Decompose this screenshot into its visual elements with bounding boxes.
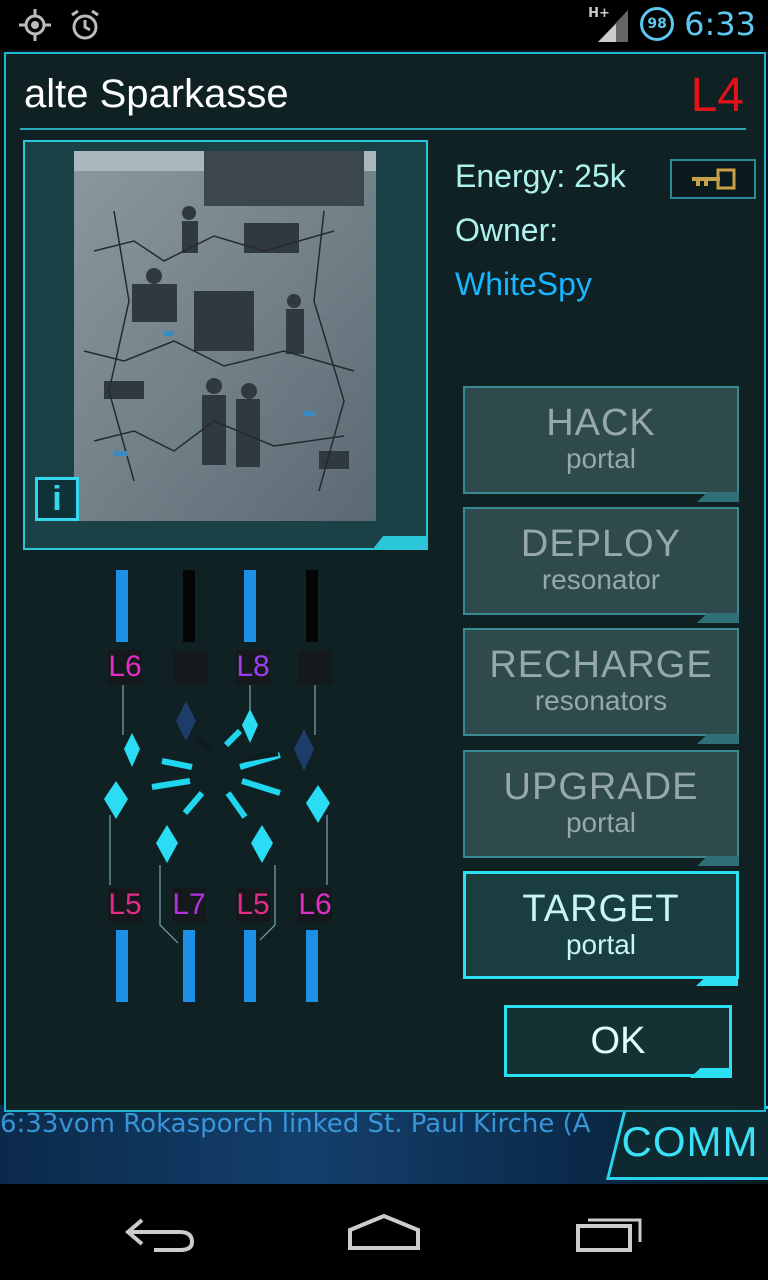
- nav-bar: [0, 1184, 768, 1280]
- deploy-button-label: DEPLOY: [520, 523, 682, 565]
- recharge-button[interactable]: RECHARGE resonators: [463, 628, 739, 744]
- recharge-button-sublabel: resonators: [534, 685, 668, 716]
- portal-title: alte Sparkasse: [24, 72, 289, 116]
- battery-icon: 98: [640, 7, 675, 41]
- resonator-bar-e: [244, 570, 256, 642]
- battery-level: 98: [647, 16, 667, 32]
- key-icon: [692, 168, 736, 190]
- button-corner-tab: [697, 856, 739, 866]
- owner-label: Owner:: [455, 212, 559, 248]
- recharge-button-label: RECHARGE: [489, 644, 713, 686]
- upgrade-button-label: UPGRADE: [503, 766, 699, 808]
- button-corner-tab: [697, 734, 739, 744]
- resonator-diagram: [104, 685, 330, 944]
- portal-photo[interactable]: [74, 151, 376, 521]
- resonator-slot-empty: [174, 650, 208, 684]
- deploy-button-sublabel: resonator: [541, 564, 661, 595]
- button-corner-tab: [697, 613, 739, 623]
- back-icon[interactable]: [124, 1214, 196, 1254]
- owner-name[interactable]: WhiteSpy: [455, 266, 592, 303]
- comm-label[interactable]: COMM: [620, 1118, 760, 1166]
- clock: 6:33: [684, 5, 756, 43]
- button-corner-tab: [696, 976, 738, 986]
- hack-button-label: HACK: [546, 402, 656, 444]
- info-button[interactable]: i: [35, 477, 79, 521]
- portal-level: L4: [690, 69, 744, 122]
- signal-icon: H+: [588, 4, 630, 44]
- target-button-sublabel: portal: [565, 929, 637, 960]
- resonator-bar-ne-empty: [183, 570, 195, 642]
- ok-button[interactable]: OK: [504, 1005, 732, 1077]
- hack-button[interactable]: HACK portal: [463, 386, 739, 502]
- target-button[interactable]: TARGET portal: [463, 871, 739, 986]
- home-icon[interactable]: [346, 1212, 422, 1252]
- resonator-level-label: L8: [236, 650, 270, 684]
- resonator-slot-empty: [298, 650, 332, 684]
- deploy-button[interactable]: DEPLOY resonator: [463, 507, 739, 623]
- status-bar: H+ 98 6:33: [0, 0, 768, 50]
- resonator-level-label: L6: [108, 650, 142, 684]
- alarm-icon: [71, 9, 99, 40]
- energy-label: Energy: 25k: [455, 158, 626, 194]
- title-divider: [20, 128, 746, 130]
- key-button[interactable]: [670, 159, 756, 199]
- comm-ticker-text: 6:33vom Rokasporch linked St. Paul Kirch…: [0, 1109, 591, 1139]
- resonator-bar-n: [116, 570, 128, 642]
- gps-icon: [19, 9, 51, 41]
- hack-button-sublabel: portal: [565, 443, 637, 474]
- upgrade-button[interactable]: UPGRADE portal: [463, 750, 739, 866]
- target-button-label: TARGET: [522, 888, 680, 930]
- button-corner-tab: [697, 492, 739, 502]
- resonator-bar-se-empty: [306, 570, 318, 642]
- upgrade-button-sublabel: portal: [565, 807, 637, 838]
- recent-apps-icon[interactable]: [574, 1212, 646, 1254]
